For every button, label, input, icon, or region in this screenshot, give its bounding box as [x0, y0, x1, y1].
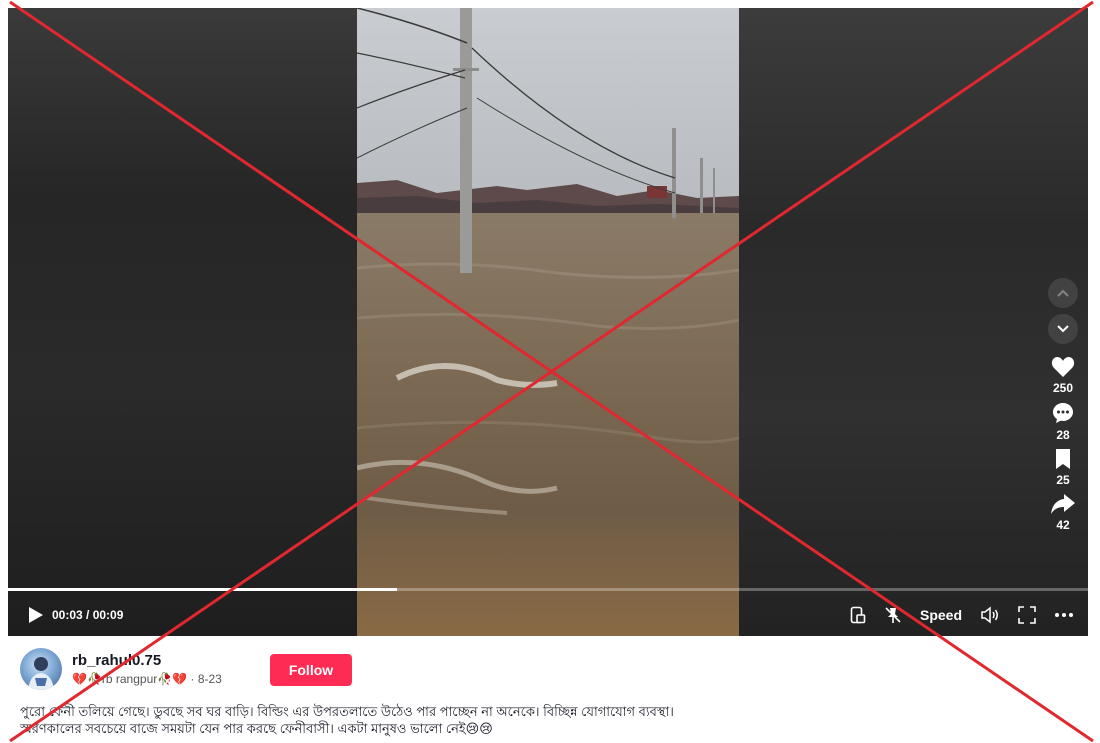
video-player[interactable]: 250 28 25 42 00:03 / 00:09 Speed: [8, 8, 1088, 636]
more-options-button[interactable]: [1054, 612, 1074, 618]
share-count: 42: [1056, 518, 1070, 532]
video-frame[interactable]: [357, 8, 739, 636]
chevron-up-icon: [1057, 289, 1069, 297]
progress-bar[interactable]: [8, 588, 1088, 591]
share-action[interactable]: 42: [1050, 493, 1076, 532]
next-video-button[interactable]: [1048, 314, 1078, 344]
caption: পুরো ফেনী তলিয়ে গেছে। ডুবছে সব ঘর বাড়ি…: [20, 703, 1080, 737]
avatar-image: [28, 657, 54, 690]
comment-icon: [1053, 403, 1073, 423]
fullscreen-button[interactable]: [1018, 606, 1036, 624]
chevron-down-icon: [1057, 325, 1069, 333]
comment-count: 28: [1056, 428, 1070, 442]
play-button[interactable]: [28, 606, 44, 624]
mini-player-button[interactable]: [850, 606, 866, 624]
pin-off-icon: [885, 607, 901, 623]
username[interactable]: rb_rahul0.75: [72, 652, 161, 669]
volume-button[interactable]: [980, 606, 1000, 624]
play-icon: [29, 607, 43, 623]
separator-dot: ·: [190, 672, 198, 686]
like-count: 250: [1052, 381, 1074, 395]
bookmark-icon: [1056, 449, 1070, 469]
progress-fill: [8, 588, 397, 591]
author-subline: 💔🥀rb rangpur🥀💔 · 8-23: [72, 672, 222, 686]
video-blur-backdrop-right: [738, 8, 1088, 636]
mini-player-icon: [850, 606, 866, 624]
video-blur-backdrop-left: [8, 8, 358, 636]
control-bar: 00:03 / 00:09 Speed: [8, 598, 1088, 632]
save-count: 25: [1056, 473, 1070, 487]
follow-button[interactable]: Follow: [270, 654, 352, 686]
post-date: 8-23: [197, 672, 222, 686]
avatar[interactable]: [20, 648, 62, 690]
more-dots-icon: [1055, 613, 1073, 617]
time-display: 00:03 / 00:09: [52, 608, 124, 622]
comment-action[interactable]: 28: [1051, 401, 1075, 442]
volume-icon: [981, 606, 998, 624]
side-action-bar: 250 28 25 42: [1038, 278, 1088, 532]
speed-button[interactable]: Speed: [920, 607, 962, 623]
fullscreen-icon: [1018, 606, 1036, 624]
author-nickname: 💔🥀rb rangpur🥀💔: [72, 672, 188, 686]
pin-button[interactable]: [884, 606, 902, 624]
share-arrow-icon: [1051, 494, 1075, 514]
like-action[interactable]: 250: [1051, 356, 1075, 395]
previous-video-button[interactable]: [1048, 278, 1078, 308]
caption-line-1: পুরো ফেনী তলিয়ে গেছে। ডুবছে সব ঘর বাড়ি…: [20, 704, 674, 719]
save-action[interactable]: 25: [1054, 448, 1072, 487]
caption-line-2: স্মরণকালের সবচেয়ে বাজে সময়টা যেন পার ক…: [20, 721, 493, 736]
heart-icon: [1051, 357, 1075, 377]
